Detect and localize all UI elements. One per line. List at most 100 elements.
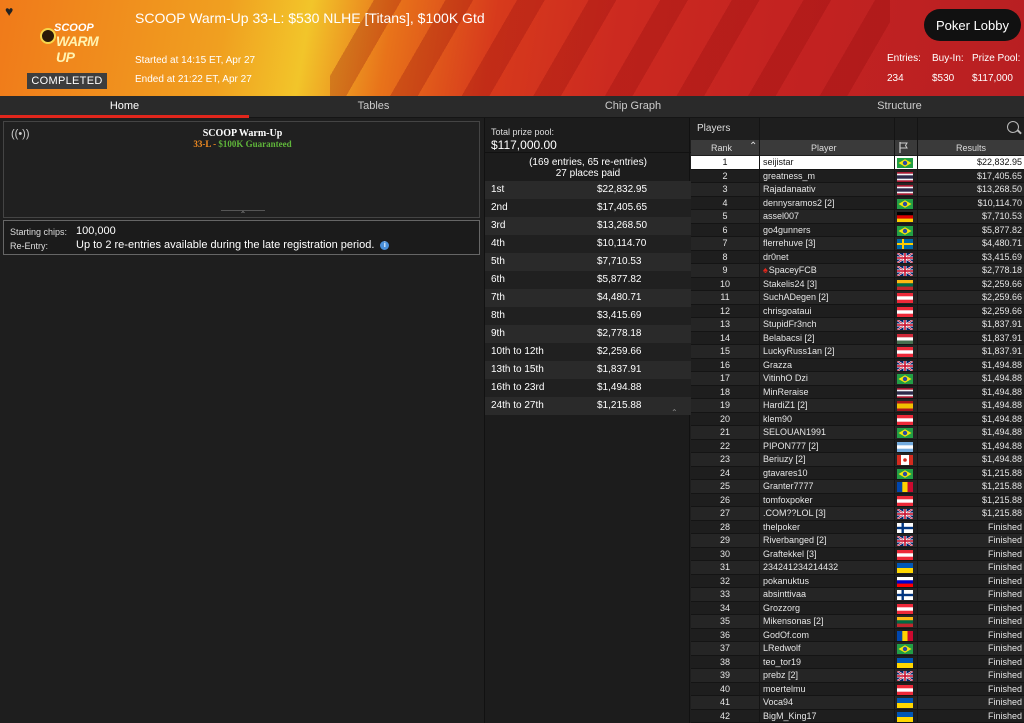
player-column-header[interactable]: Player <box>811 143 837 153</box>
sort-chevron-up-icon[interactable]: ⌃ <box>749 141 757 152</box>
country-flag-icon-th <box>897 185 913 195</box>
player-row[interactable]: 42 BigM_King17 Finished <box>691 709 1024 723</box>
player-row[interactable]: 38 teo_tor19 Finished <box>691 655 1024 669</box>
rank-column-header[interactable]: Rank <box>711 143 732 153</box>
player-row[interactable]: 41 Voca94 Finished <box>691 696 1024 710</box>
player-row[interactable]: 8 dr0net $3,415.69 <box>691 250 1024 264</box>
player-name-cell: dr0net <box>763 252 789 262</box>
player-row[interactable]: 37 LRedwolf Finished <box>691 642 1024 656</box>
player-rank: 35 <box>719 616 730 626</box>
payout-row: 5th $7,710.53 <box>485 253 691 271</box>
player-result: $5,877.82 <box>981 224 1022 235</box>
player-name: SELOUAN1991 <box>763 427 827 437</box>
collapse-chevron-up-icon[interactable]: ⌃ <box>221 210 265 219</box>
player-name-cell: VitinhO Dzi <box>763 373 808 383</box>
player-row[interactable]: 19 HardiZ1 [2] $1,494.88 <box>691 399 1024 413</box>
player-name-cell: pokanuktus <box>763 576 809 586</box>
player-row[interactable]: 4 dennysramos2 [2] $10,114.70 <box>691 196 1024 210</box>
player-name-cell: seijistar <box>763 157 794 167</box>
player-row[interactable]: 23 Beriuzy [2] $1,494.88 <box>691 453 1024 467</box>
tab-bar: Home Tables Chip Graph Structure <box>0 96 1024 118</box>
player-row[interactable]: 5 assel007 $7,710.53 <box>691 210 1024 224</box>
player-row[interactable]: 14 Belabacsi [2] $1,837.91 <box>691 331 1024 345</box>
player-row[interactable]: 27 .COM??LOL [3] $1,215.88 <box>691 507 1024 521</box>
player-result: $1,494.88 <box>981 413 1022 424</box>
info-icon[interactable]: i <box>380 240 390 250</box>
results-column-header[interactable]: Results <box>956 143 986 153</box>
tab-chip-graph[interactable]: Chip Graph <box>508 96 758 118</box>
poker-lobby-button[interactable]: Poker Lobby <box>924 9 1021 41</box>
payout-row: 2nd $17,405.65 <box>485 199 691 217</box>
player-row[interactable]: 16 Grazza $1,494.88 <box>691 358 1024 372</box>
player-name-cell: MinReraise <box>763 387 809 397</box>
player-row[interactable]: 39 prebz [2] Finished <box>691 669 1024 683</box>
player-result: $1,215.88 <box>981 467 1022 478</box>
player-row[interactable]: 36 GodOf.com Finished <box>691 628 1024 642</box>
player-row[interactable]: 28 thelpoker Finished <box>691 520 1024 534</box>
player-row[interactable]: 17 VitinhO Dzi $1,494.88 <box>691 372 1024 386</box>
player-row[interactable]: 25 Granter7777 $1,215.88 <box>691 480 1024 494</box>
player-row[interactable]: 29 Riverbanged [2] Finished <box>691 534 1024 548</box>
player-row[interactable]: 13 StupidFr3nch $1,837.91 <box>691 318 1024 332</box>
country-flag-icon-ua <box>897 657 913 668</box>
player-rank: 8 <box>722 251 728 262</box>
tab-tables[interactable]: Tables <box>249 96 498 118</box>
search-icon[interactable] <box>1007 121 1019 133</box>
player-rank: 37 <box>719 643 730 653</box>
player-rank: 22 <box>719 440 730 451</box>
scoop-warmup-logo: SCOOP WARM UP <box>38 20 99 65</box>
player-row[interactable]: 21 SELOUAN1991 $1,494.88 <box>691 426 1024 440</box>
player-row[interactable]: 10 Stakelis24 [3] $2,259.66 <box>691 277 1024 291</box>
player-name-cell: moertelmu <box>763 684 806 694</box>
player-row[interactable]: 24 gtavares10 $1,215.88 <box>691 466 1024 480</box>
player-name-cell: greatness_m <box>763 171 815 181</box>
favorite-heart-icon[interactable]: ♥ <box>5 3 13 19</box>
player-name: HardiZ1 [2] <box>763 400 808 410</box>
player-row[interactable]: 9 ♠SpaceyFCB $2,778.18 <box>691 264 1024 278</box>
player-result: $1,494.88 <box>981 373 1022 383</box>
player-row[interactable]: 7 flerrehuve [3] $4,480.71 <box>691 237 1024 251</box>
player-name: moertelmu <box>763 683 806 694</box>
player-row[interactable]: 18 MinReraise $1,494.88 <box>691 385 1024 399</box>
player-rank: 15 <box>719 346 730 356</box>
player-name: Belabacsi [2] <box>763 332 815 343</box>
payout-row: 13th to 15th $1,837.91 <box>485 361 691 379</box>
payout-place: 7th <box>491 292 505 303</box>
player-row[interactable]: 32 pokanuktus Finished <box>691 574 1024 588</box>
country-flag-icon-se <box>897 239 913 249</box>
player-name-cell: LRedwolf <box>763 643 801 653</box>
player-name-cell: Graftekkel [3] <box>763 549 817 559</box>
player-row[interactable]: 34 Grozzorg Finished <box>691 601 1024 615</box>
player-name-cell: teo_tor19 <box>763 657 801 667</box>
player-row[interactable]: 3 Rajadanaativ $13,268.50 <box>691 183 1024 197</box>
collapse-chevron-up-icon[interactable]: ⌃ <box>671 408 678 417</box>
player-row[interactable]: 11 SuchADegen [2] $2,259.66 <box>691 291 1024 305</box>
player-row[interactable]: 40 moertelmu Finished <box>691 682 1024 696</box>
country-flag-icon-es <box>897 401 913 411</box>
player-row[interactable]: 31 234241234214432 Finished <box>691 561 1024 575</box>
country-flag-icon-br <box>897 428 913 438</box>
player-row[interactable]: 6 go4gunners $5,877.82 <box>691 223 1024 237</box>
player-row[interactable]: 22 PIPON777 [2] $1,494.88 <box>691 439 1024 453</box>
player-name-cell: Beriuzy [2] <box>763 454 806 464</box>
player-row[interactable]: 35 Mikensonas [2] Finished <box>691 615 1024 629</box>
player-name-cell: BigM_King17 <box>763 711 817 721</box>
player-row[interactable]: 15 LuckyRuss1an [2] $1,837.91 <box>691 345 1024 359</box>
tab-structure[interactable]: Structure <box>775 96 1024 118</box>
player-rank: 27 <box>719 508 730 518</box>
column-divider <box>894 118 895 723</box>
player-row[interactable]: 26 tomfoxpoker $1,215.88 <box>691 493 1024 507</box>
payout-place: 2nd <box>491 202 508 213</box>
player-name-cell: gtavares10 <box>763 468 808 478</box>
player-row[interactable]: 20 klem90 $1,494.88 <box>691 412 1024 426</box>
payout-amount: $2,778.18 <box>597 328 642 339</box>
flag-column-icon[interactable] <box>899 142 909 155</box>
starting-chips-label: Starting chips: <box>10 227 68 237</box>
player-row[interactable]: 33 absinttivaa Finished <box>691 588 1024 602</box>
player-row[interactable]: 2 greatness_m $17,405.65 <box>691 169 1024 183</box>
country-flag-icon-gb <box>896 251 914 264</box>
player-row[interactable]: 30 Graftekkel [3] Finished <box>691 547 1024 561</box>
player-row[interactable]: 1 seijistar $22,832.95 <box>691 156 1024 170</box>
player-row[interactable]: 12 chrisgoataui $2,259.66 <box>691 304 1024 318</box>
payout-place: 4th <box>491 238 505 249</box>
